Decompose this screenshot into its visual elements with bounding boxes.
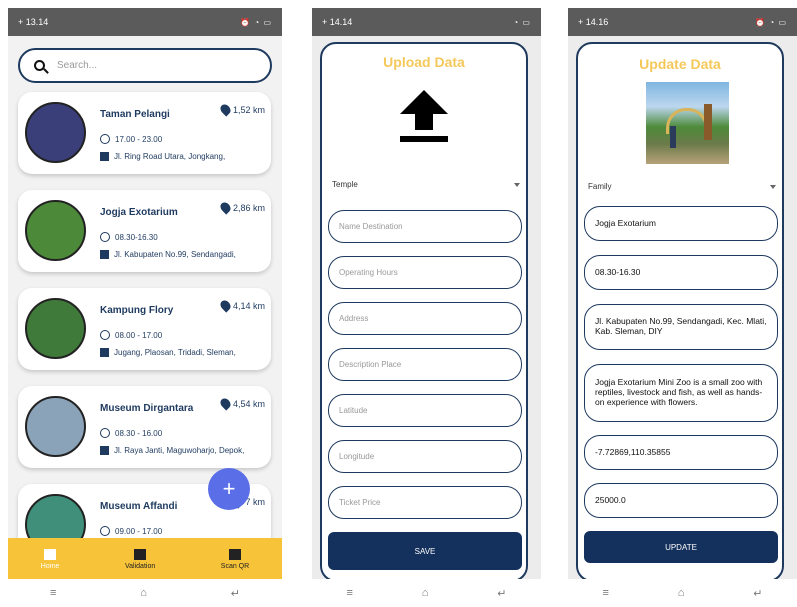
nav-home[interactable]: Home (41, 549, 59, 570)
menu-icon[interactable]: ≡ (346, 587, 352, 599)
address-row: Jl. Raya Janti, Maguwoharjo, Depok, (100, 446, 244, 455)
chevron-down-icon (514, 182, 520, 187)
system-nav: ≡ ⌂ ↵ (312, 579, 541, 607)
hours-row: 17.00 - 23.00 (100, 134, 162, 144)
pin-icon (218, 200, 233, 215)
pin-icon (218, 298, 233, 313)
address-row: Jugang, Plaosan, Tridadi, Sleman, (100, 348, 236, 357)
add-button[interactable]: + (208, 468, 250, 510)
status-icons: ⏰ ◔ ▭ (240, 17, 272, 27)
save-button[interactable]: SAVE (328, 532, 522, 570)
address-row: Jl. Kabupaten No.99, Sendangadi, (100, 250, 236, 259)
hours-row: 08.30-16.30 (100, 232, 158, 242)
distance: 4,14 km (218, 298, 265, 313)
place-name: Taman Pelangi (100, 109, 170, 120)
clock-icon (100, 428, 110, 438)
hours-row: 08.30 - 16.00 (100, 428, 162, 438)
hours-row: 09.00 - 17.00 (100, 526, 162, 536)
status-bar: + 13.14 ⏰ ◔ ▭ (8, 8, 282, 36)
latitude-field[interactable]: Latitude (328, 394, 522, 427)
description-field[interactable]: Jogja Exotarium Mini Zoo is a small zoo … (584, 364, 778, 422)
status-time: + 14.16 (578, 17, 609, 27)
distance: 4,54 km (218, 396, 265, 411)
clock-icon (100, 134, 110, 144)
place-name: Kampung Flory (100, 305, 174, 316)
status-time: + 14.14 (322, 17, 353, 27)
phone-list-screen: + 13.14 ⏰ ◔ ▭ Search... Taman Pelangi 1,… (8, 8, 282, 607)
description-field[interactable]: Description Place (328, 348, 522, 381)
menu-icon[interactable]: ≡ (602, 587, 608, 599)
status-icons: ⏰ ◔ ▭ (755, 17, 787, 27)
phone-upload-screen: + 14.14 ◔ ▭ Upload Data Temple Name Dest… (312, 8, 541, 607)
system-nav: ≡ ⌂ ↵ (8, 579, 282, 607)
distance: 2,86 km (218, 200, 265, 215)
name-field[interactable]: Jogja Exotarium (584, 206, 778, 241)
search-icon (34, 60, 45, 71)
clock-icon (100, 232, 110, 242)
page-title: Update Data (639, 56, 721, 72)
place-name: Jogja Exotarium (100, 207, 178, 218)
pin-icon (218, 396, 233, 411)
chevron-down-icon (770, 184, 776, 189)
back-icon[interactable]: ↵ (753, 587, 762, 600)
validation-icon (134, 549, 147, 560)
map-icon (100, 250, 109, 259)
pin-icon (218, 102, 233, 117)
thumbnail-image (25, 396, 86, 457)
ticket-price-field[interactable]: Ticket Price (328, 486, 522, 519)
update-button[interactable]: UPDATE (584, 531, 778, 563)
thumbnail-image (25, 102, 86, 163)
back-icon[interactable]: ↵ (497, 587, 506, 600)
longitude-field[interactable]: Longitude (328, 440, 522, 473)
status-time: + 13.14 (18, 17, 49, 27)
address-field[interactable]: Jl. Kabupaten No.99, Sendangadi, Kec. Ml… (584, 304, 778, 350)
home-icon (44, 549, 57, 560)
system-nav: ≡ ⌂ ↵ (568, 579, 797, 607)
search-input[interactable]: Search... (18, 48, 272, 83)
category-select[interactable]: Family (588, 182, 776, 191)
status-bar: + 14.16 ⏰ ◔ ▭ (568, 8, 797, 36)
home-sys-icon[interactable]: ⌂ (422, 587, 429, 599)
nav-validation[interactable]: Validation (125, 549, 155, 570)
map-icon (100, 348, 109, 357)
hours-field[interactable]: 08.30-16.30 (584, 255, 778, 290)
category-select[interactable]: Temple (332, 180, 520, 189)
search-placeholder: Search... (57, 60, 98, 71)
nav-scan-qr[interactable]: Scan QR (221, 549, 249, 570)
status-bar: + 14.14 ◔ ▭ (312, 8, 541, 36)
list-item[interactable]: Museum Dirgantara 4,54 km 08.30 - 16.00 … (18, 386, 271, 468)
list-item[interactable]: Jogja Exotarium 2,86 km 08.30-16.30 Jl. … (18, 190, 271, 272)
place-name: Museum Dirgantara (100, 403, 194, 414)
thumbnail-image (25, 200, 86, 261)
home-sys-icon[interactable]: ⌂ (678, 587, 685, 599)
coordinates-field[interactable]: -7.72869,110.35855 (584, 435, 778, 470)
list-item[interactable]: Kampung Flory 4,14 km 08.00 - 17.00 Juga… (18, 288, 271, 370)
ticket-price-field[interactable]: 25000.0 (584, 483, 778, 518)
upload-form: Upload Data Temple Name Destination Oper… (320, 42, 528, 582)
clock-icon (100, 330, 110, 340)
map-icon (100, 446, 109, 455)
map-icon (100, 152, 109, 161)
hours-field[interactable]: Operating Hours (328, 256, 522, 289)
place-name: Museum Affandi (100, 501, 178, 512)
update-form: Update Data Family Jogja Exotarium 08.30… (576, 42, 784, 582)
address-row: Jl. Ring Road Utara, Jongkang, (100, 152, 225, 161)
list-item[interactable]: Taman Pelangi 1,52 km 17.00 - 23.00 Jl. … (18, 92, 271, 174)
name-field[interactable]: Name Destination (328, 210, 522, 243)
destination-photo[interactable] (646, 82, 729, 164)
back-icon[interactable]: ↵ (231, 587, 240, 600)
upload-icon[interactable] (400, 90, 448, 146)
address-field[interactable]: Address (328, 302, 522, 335)
clock-icon (100, 526, 110, 536)
hours-row: 08.00 - 17.00 (100, 330, 162, 340)
home-sys-icon[interactable]: ⌂ (140, 587, 147, 599)
bottom-navigation: Home Validation Scan QR (8, 538, 282, 581)
page-title: Upload Data (383, 54, 465, 70)
phone-update-screen: + 14.16 ⏰ ◔ ▭ Update Data Family Jogja E… (568, 8, 797, 607)
distance: 1,52 km (218, 102, 265, 117)
thumbnail-image (25, 298, 86, 359)
status-icons: ◔ ▭ (513, 17, 531, 27)
menu-icon[interactable]: ≡ (50, 587, 56, 599)
qr-icon (228, 549, 241, 560)
